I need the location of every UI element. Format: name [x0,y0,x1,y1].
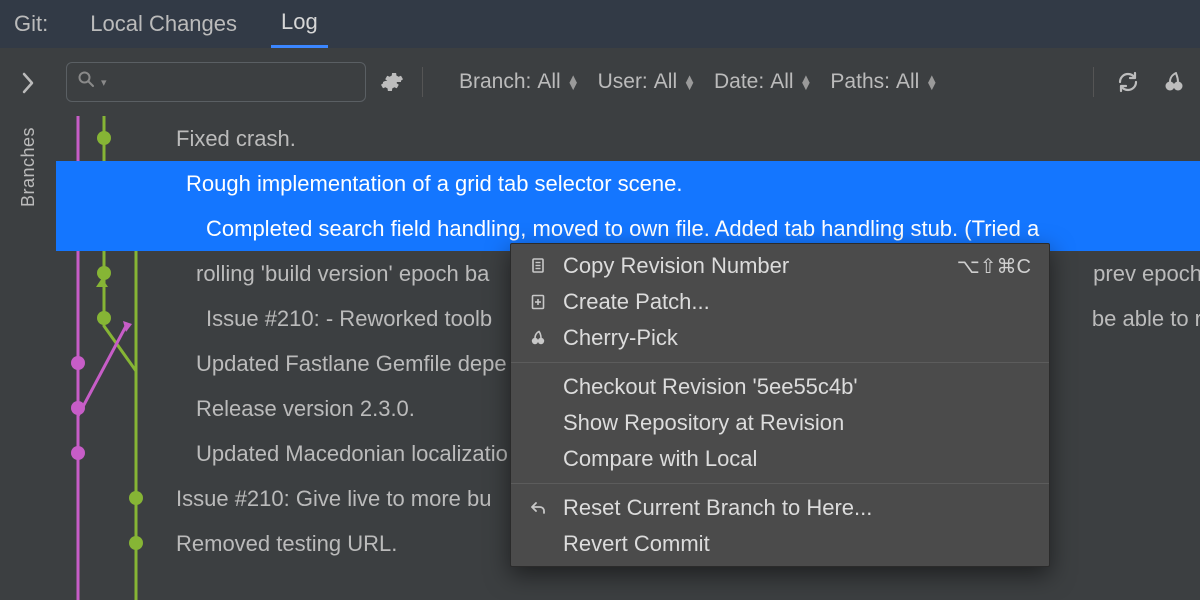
context-menu: Copy Revision Number ⌥⇧⌘C Create Patch..… [510,243,1050,567]
menu-shortcut: ⌥⇧⌘C [957,254,1031,279]
filter-branch-label: Branch: [459,70,531,94]
commit-message: Completed search field handling, moved t… [206,216,1039,242]
menu-item-label: Revert Commit [563,531,710,557]
menu-divider [511,483,1049,484]
refresh-icon[interactable] [1116,70,1140,94]
search-icon [77,70,95,94]
menu-item-label: Show Repository at Revision [563,410,844,436]
commit-message: Fixed crash. [176,126,296,152]
log-toolbar: ▾ Branch: All ▲▼ User: All ▲▼ Da [56,48,1200,116]
menu-item-label: Cherry-Pick [563,325,678,351]
updown-icon: ▲▼ [925,75,938,89]
search-input[interactable] [113,72,355,93]
menu-item-label: Create Patch... [563,289,710,315]
tab-local-changes[interactable]: Local Changes [80,1,247,47]
updown-icon: ▲▼ [800,75,813,89]
gear-icon[interactable] [380,70,404,94]
left-rail: Branches [0,48,56,600]
menu-checkout-revision[interactable]: Checkout Revision '5ee55c4b' [511,369,1049,405]
menu-item-label: Checkout Revision '5ee55c4b' [563,374,858,400]
branches-vertical-label[interactable]: Branches [18,127,39,207]
commit-message: Issue #210: Give live to more bu [176,486,492,512]
search-input-wrapper[interactable]: ▾ [66,62,366,102]
commit-message: rolling 'build version' epoch ba [196,261,489,287]
commit-message-right: be able to r [1092,306,1200,332]
menu-item-label: Reset Current Branch to Here... [563,495,872,521]
menu-copy-revision[interactable]: Copy Revision Number ⌥⇧⌘C [511,248,1049,284]
menu-divider [511,362,1049,363]
toolbar-divider [1093,67,1094,97]
commit-message: Release version 2.3.0. [196,396,415,422]
filter-date-label: Date: [714,70,764,94]
updown-icon: ▲▼ [567,75,580,89]
search-dropdown-icon[interactable]: ▾ [101,76,107,89]
filter-date[interactable]: Date: All ▲▼ [714,70,812,94]
cherry-icon [525,329,551,347]
menu-create-patch[interactable]: Create Patch... [511,284,1049,320]
cherry-pick-icon[interactable] [1162,70,1186,94]
commit-message: Updated Macedonian localizatio [196,441,508,467]
filter-user-label: User: [598,70,648,94]
filter-paths[interactable]: Paths: All ▲▼ [830,70,938,94]
filter-date-value: All [770,70,793,94]
filter-paths-value: All [896,70,919,94]
filter-branch[interactable]: Branch: All ▲▼ [459,70,580,94]
menu-cherry-pick[interactable]: Cherry-Pick [511,320,1049,356]
commit-message: Updated Fastlane Gemfile depe [196,351,507,377]
menu-reset-branch[interactable]: Reset Current Branch to Here... [511,490,1049,526]
menu-item-label: Copy Revision Number [563,253,789,279]
filter-user[interactable]: User: All ▲▼ [598,70,696,94]
menu-item-label: Compare with Local [563,446,757,472]
commit-message: Rough implementation of a grid tab selec… [186,171,683,197]
commit-row[interactable]: Rough implementation of a grid tab selec… [56,161,1200,206]
commit-message-right: prev epoch [1093,261,1200,287]
tab-log[interactable]: Log [271,0,328,49]
menu-show-repo[interactable]: Show Repository at Revision [511,405,1049,441]
filter-branch-value: All [537,70,560,94]
expand-sidebar-icon[interactable] [20,70,36,101]
patch-icon [525,293,551,311]
top-tabs: Git: Local Changes Log [0,0,1200,48]
commit-message: Issue #210: - Reworked toolb [206,306,492,332]
menu-compare-local[interactable]: Compare with Local [511,441,1049,477]
filter-user-value: All [654,70,677,94]
updown-icon: ▲▼ [683,75,696,89]
filter-paths-label: Paths: [830,70,890,94]
copy-icon [525,257,551,275]
git-label: Git: [14,11,48,37]
commit-message: Removed testing URL. [176,531,397,557]
undo-icon [525,499,551,517]
commit-row[interactable]: Fixed crash. [56,116,1200,161]
toolbar-divider [422,67,423,97]
menu-revert-commit[interactable]: Revert Commit [511,526,1049,562]
